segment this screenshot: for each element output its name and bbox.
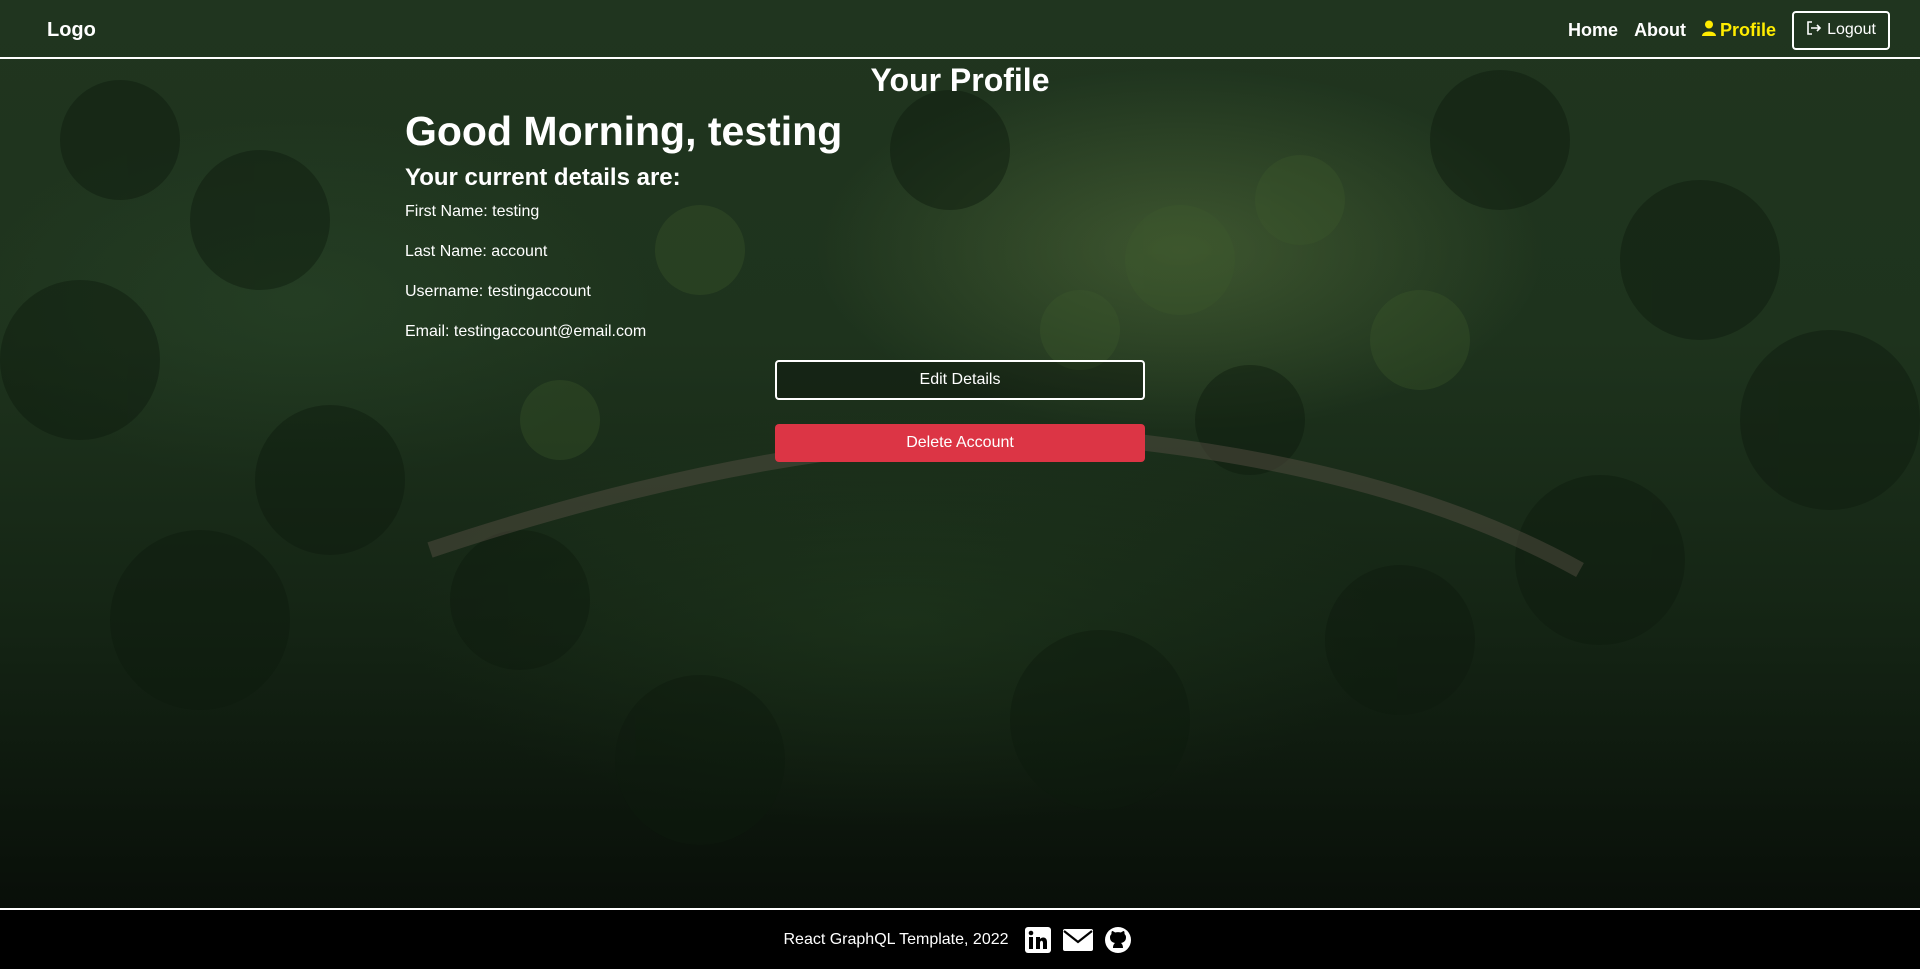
sign-out-icon [1806,20,1822,40]
logo[interactable]: Logo [47,19,96,42]
detail-email: Email: testingaccount@email.com [405,323,647,340]
top-navbar: Logo Home About Profile Logout [0,0,1920,59]
user-icon [1702,20,1717,41]
delete-account-button[interactable]: Delete Account [775,424,1145,462]
edit-details-button[interactable]: Edit Details [775,360,1145,400]
nav-links: Home About Profile Logout [1552,8,1890,52]
nav-link-about[interactable]: About [1634,20,1686,41]
detail-last-name: Last Name: account [405,243,548,260]
footer-text: React GraphQL Template, 2022 [783,930,1009,948]
linkedin-icon[interactable] [1024,926,1052,954]
nav-link-profile-label: Profile [1720,19,1777,40]
greeting-heading: Good Morning, testing [405,108,843,154]
nav-link-profile[interactable]: Profile [1702,20,1776,41]
github-icon[interactable] [1104,926,1132,954]
logout-label: Logout [1827,21,1876,38]
email-icon[interactable] [1062,928,1094,952]
page-title: Your Profile [870,62,1050,98]
logout-button[interactable]: Logout [1792,10,1890,50]
detail-username: Username: testingaccount [405,283,591,300]
detail-first-name: First Name: testing [405,203,540,220]
footer: React GraphQL Template, 2022 [0,908,1920,969]
details-heading: Your current details are: [405,164,681,191]
forest-background-image [0,70,1920,845]
nav-link-home[interactable]: Home [1568,20,1618,41]
